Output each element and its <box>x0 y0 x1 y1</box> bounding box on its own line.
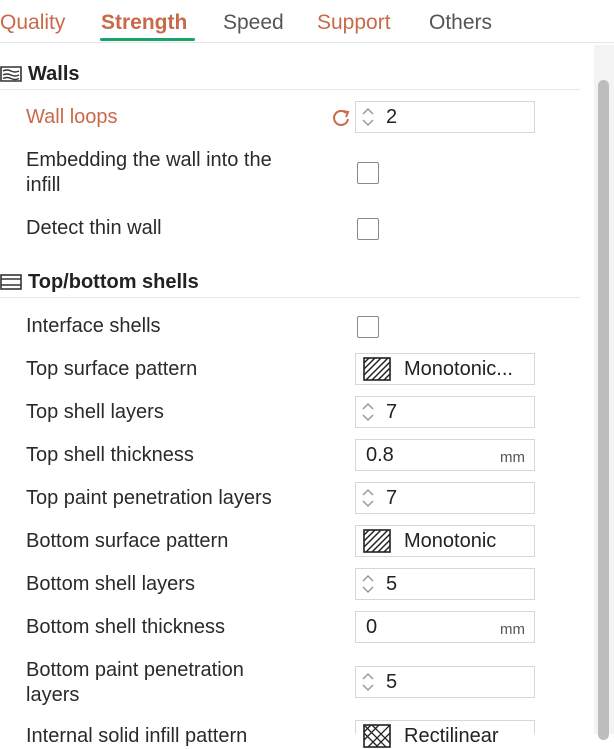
bottom-paint-penetration-value[interactable]: 5 <box>386 671 397 694</box>
label-top-shell-layers: Top shell layers <box>26 401 164 423</box>
monotonic-pattern-icon <box>363 529 391 553</box>
top-paint-penetration-spinbox[interactable]: 7 <box>355 482 535 514</box>
shells-icon <box>0 274 22 290</box>
bottom-shell-layers-spinbox[interactable]: 5 <box>355 568 535 600</box>
label-embedding-line2: infill <box>26 174 61 196</box>
interface-shells-checkbox[interactable] <box>357 316 379 338</box>
top-paint-penetration-value[interactable]: 7 <box>386 487 397 510</box>
top-surface-pattern-dropdown[interactable]: Monotonic... <box>355 353 535 385</box>
label-bottom-surface-pattern: Bottom surface pattern <box>26 530 229 552</box>
label-bottom-shell-thickness: Bottom shell thickness <box>26 616 225 638</box>
tab-support[interactable]: Support <box>317 9 391 37</box>
top-shell-thickness-input[interactable]: 0.8 mm <box>355 439 535 471</box>
label-bottom-paint-penetration-line2: layers <box>26 684 80 706</box>
active-tab-indicator <box>100 38 195 41</box>
internal-solid-infill-value: Rectilinear <box>404 725 499 747</box>
label-top-shell-thickness: Top shell thickness <box>26 444 194 466</box>
top-shell-layers-spinbox[interactable]: 7 <box>355 396 535 428</box>
section-divider <box>0 297 580 298</box>
tab-strength[interactable]: Strength <box>101 9 187 37</box>
section-walls: Walls <box>0 60 580 90</box>
bottom-surface-pattern-dropdown[interactable]: Monotonic <box>355 525 535 557</box>
section-top-bottom-shells: Top/bottom shells <box>0 268 580 298</box>
bottom-shell-layers-value[interactable]: 5 <box>386 573 397 596</box>
internal-solid-infill-dropdown[interactable]: Rectilinear <box>355 720 535 748</box>
spin-arrows-icon[interactable] <box>360 572 376 596</box>
section-title-shells: Top/bottom shells <box>28 271 199 293</box>
scrollbar-track[interactable] <box>594 45 614 740</box>
label-top-paint-penetration: Top paint penetration layers <box>26 487 272 509</box>
tab-speed[interactable]: Speed <box>223 9 284 37</box>
top-shell-layers-value[interactable]: 7 <box>386 401 397 424</box>
section-title-walls: Walls <box>28 63 80 85</box>
label-top-surface-pattern: Top surface pattern <box>26 358 198 380</box>
label-bottom-shell-layers: Bottom shell layers <box>26 573 195 595</box>
label-detect-thin-wall: Detect thin wall <box>26 217 162 239</box>
label-embedding-line1: Embedding the wall into the <box>26 149 272 171</box>
spin-arrows-icon[interactable] <box>360 105 376 129</box>
top-shell-thickness-value[interactable]: 0.8 <box>366 444 394 467</box>
bottom-surface-pattern-value: Monotonic <box>404 530 497 552</box>
unit-label: mm <box>500 449 525 466</box>
label-wall-loops: Wall loops <box>26 106 118 128</box>
label-bottom-paint-penetration-line1: Bottom paint penetration <box>26 659 244 681</box>
top-surface-pattern-value: Monotonic... <box>404 358 513 380</box>
wall-loops-spinbox[interactable]: 2 <box>355 101 535 133</box>
tab-bar: Quality Strength Speed Support Others <box>0 0 614 43</box>
reset-icon[interactable] <box>330 108 352 128</box>
walls-icon <box>0 66 22 82</box>
monotonic-pattern-icon <box>363 357 391 381</box>
bottom-shell-thickness-input[interactable]: 0 mm <box>355 611 535 643</box>
wall-loops-value[interactable]: 2 <box>386 106 397 129</box>
bottom-paint-penetration-spinbox[interactable]: 5 <box>355 666 535 698</box>
tab-quality[interactable]: Quality <box>0 9 65 37</box>
bottom-shell-thickness-value[interactable]: 0 <box>366 616 377 639</box>
detect-thin-wall-checkbox[interactable] <box>357 218 379 240</box>
embedding-wall-checkbox[interactable] <box>357 162 379 184</box>
scrollbar-thumb[interactable] <box>598 80 609 740</box>
tab-others[interactable]: Others <box>429 9 492 37</box>
spin-arrows-icon[interactable] <box>360 670 376 694</box>
unit-label: mm <box>500 621 525 638</box>
label-interface-shells: Interface shells <box>26 315 161 337</box>
spin-arrows-icon[interactable] <box>360 486 376 510</box>
section-divider <box>0 89 580 90</box>
spin-arrows-icon[interactable] <box>360 400 376 424</box>
label-internal-solid-infill-pattern: Internal solid infill pattern <box>26 725 248 747</box>
rectilinear-pattern-icon <box>363 724 391 748</box>
